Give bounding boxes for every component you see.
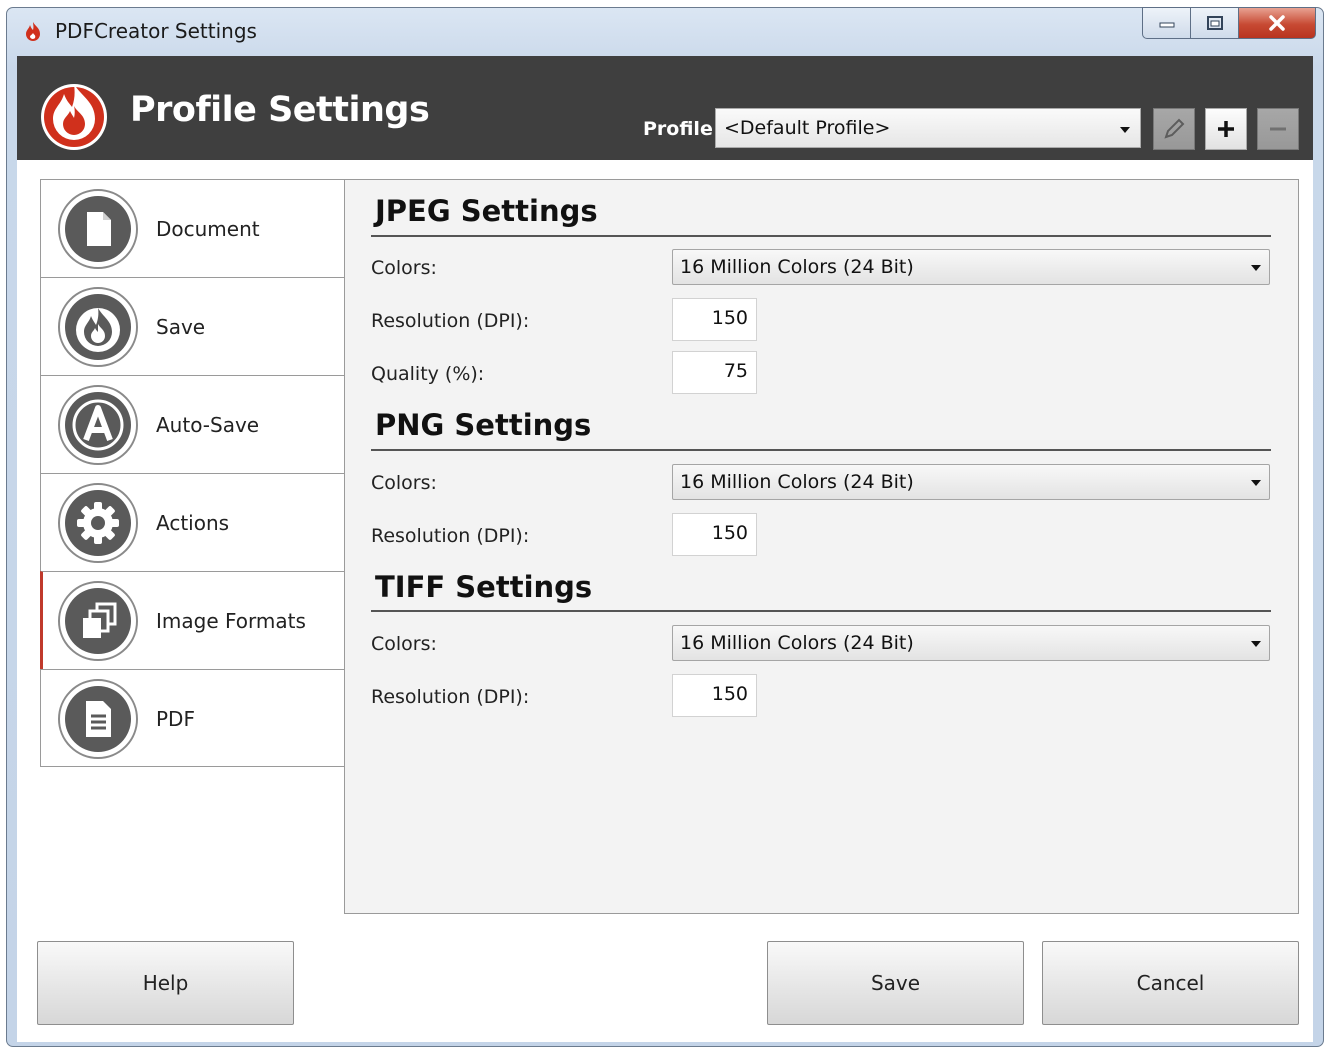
page-title: Profile Settings: [130, 90, 430, 130]
minimize-button[interactable]: [1142, 7, 1190, 39]
cancel-button-label: Cancel: [1136, 971, 1205, 995]
png-colors-label: Colors:: [371, 472, 437, 494]
save-button-label: Save: [870, 971, 921, 995]
jpeg-quality-label: Quality (%):: [371, 363, 485, 385]
image-formats-panel: JPEG Settings Colors: 16 Million Colors …: [344, 179, 1299, 914]
png-colors-select[interactable]: 16 Million Colors (24 Bit): [672, 464, 1270, 500]
jpeg-resolution-label: Resolution (DPI):: [371, 310, 530, 332]
pdfcreator-small-logo-icon: [26, 22, 40, 41]
add-profile-button[interactable]: [1205, 108, 1247, 150]
nav-label-document: Document: [156, 217, 260, 241]
title-bar[interactable]: PDFCreator Settings: [6, 7, 1324, 55]
nav-label-auto-save: Auto-Save: [156, 413, 260, 437]
jpeg-colors-label: Colors:: [371, 257, 437, 279]
png-resolution-label: Resolution (DPI):: [371, 525, 530, 547]
chevron-down-icon: [1251, 641, 1261, 647]
tiff-colors-value: 16 Million Colors (24 Bit): [680, 632, 914, 654]
maximize-icon: [1206, 16, 1223, 30]
nav-label-pdf: PDF: [156, 707, 195, 731]
auto-save-a-icon: [58, 385, 138, 465]
nav-label-image-formats: Image Formats: [156, 609, 306, 633]
nav-label-actions: Actions: [156, 511, 230, 535]
pdf-document-icon: [58, 679, 138, 759]
client-area: Profile Settings Profile: <Default Profi…: [17, 56, 1313, 1042]
gear-icon: [58, 483, 138, 563]
tiff-section-title: TIFF Settings: [375, 570, 593, 604]
help-button[interactable]: Help: [37, 941, 294, 1025]
jpeg-section-title: JPEG Settings: [375, 194, 598, 228]
header-bar: Profile Settings Profile: <Default Profi…: [17, 56, 1313, 160]
nav-label-save: Save: [156, 315, 206, 339]
jpeg-resolution-input[interactable]: 150: [672, 298, 757, 341]
pencil-icon: [1164, 118, 1185, 139]
png-divider: [371, 449, 1271, 451]
nav-item-auto-save[interactable]: Auto-Save: [40, 375, 345, 473]
tiff-resolution-value: 150: [711, 683, 748, 705]
rename-profile-button[interactable]: [1153, 108, 1195, 150]
jpeg-colors-value: 16 Million Colors (24 Bit): [680, 256, 914, 278]
jpeg-divider: [371, 235, 1271, 237]
minimize-icon: [1159, 22, 1174, 28]
profile-select-value: <Default Profile>: [724, 117, 891, 139]
nav-item-document[interactable]: Document: [40, 179, 345, 277]
png-resolution-value: 150: [711, 522, 748, 544]
plus-icon: [1218, 121, 1234, 137]
window-title: PDFCreator Settings: [55, 19, 257, 43]
flame-icon: [58, 287, 138, 367]
close-icon: [1269, 15, 1285, 31]
chevron-down-icon: [1120, 127, 1130, 133]
nav-item-image-formats[interactable]: Image Formats: [40, 571, 346, 669]
tiff-colors-select[interactable]: 16 Million Colors (24 Bit): [672, 625, 1270, 661]
tiff-divider: [371, 610, 1271, 612]
minus-icon: [1270, 127, 1286, 131]
png-resolution-input[interactable]: 150: [672, 513, 757, 556]
image-formats-icon: [58, 581, 138, 661]
tiff-colors-label: Colors:: [371, 633, 437, 655]
nav-item-save[interactable]: Save: [40, 277, 345, 375]
chevron-down-icon: [1251, 265, 1261, 271]
tiff-resolution-label: Resolution (DPI):: [371, 686, 530, 708]
close-button[interactable]: [1238, 7, 1316, 39]
png-colors-value: 16 Million Colors (24 Bit): [680, 471, 914, 493]
jpeg-quality-value: 75: [723, 360, 748, 382]
tiff-resolution-input[interactable]: 150: [672, 674, 757, 717]
help-button-label: Help: [142, 971, 189, 995]
jpeg-quality-input[interactable]: 75: [672, 351, 757, 394]
png-section-title: PNG Settings: [375, 408, 592, 442]
nav-item-pdf[interactable]: PDF: [40, 669, 345, 767]
jpeg-resolution-value: 150: [711, 307, 748, 329]
profile-select[interactable]: <Default Profile>: [715, 108, 1141, 148]
maximize-button[interactable]: [1190, 7, 1238, 39]
chevron-down-icon: [1251, 480, 1261, 486]
cancel-button[interactable]: Cancel: [1042, 941, 1299, 1025]
document-icon: [58, 189, 138, 269]
nav-item-actions[interactable]: Actions: [40, 473, 345, 571]
profile-label: Profile:: [643, 118, 721, 140]
save-button[interactable]: Save: [767, 941, 1024, 1025]
pdfcreator-logo-icon: [41, 84, 107, 150]
jpeg-colors-select[interactable]: 16 Million Colors (24 Bit): [672, 249, 1270, 285]
remove-profile-button[interactable]: [1257, 108, 1299, 150]
